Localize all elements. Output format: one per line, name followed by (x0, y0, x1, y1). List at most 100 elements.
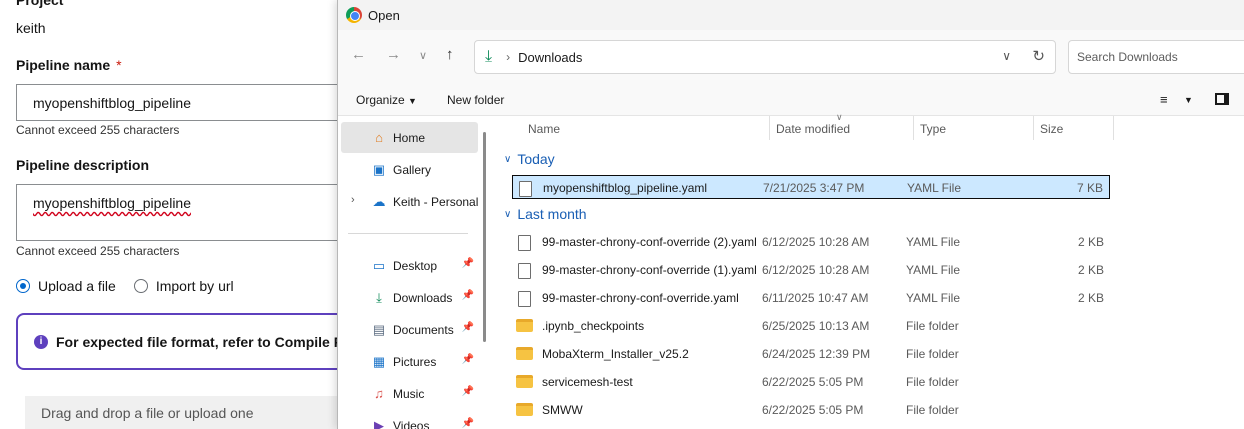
sidebar-item-downloads[interactable]: ⤓ Downloads 📌 (341, 282, 478, 313)
file-name: 99-master-chrony-conf-override (2).yaml (542, 235, 757, 249)
import-url-label[interactable]: Import by url (156, 278, 234, 294)
organize-button[interactable]: Organize ▼ (356, 93, 417, 107)
column-separator[interactable] (1033, 116, 1034, 140)
folder-type: File folder (906, 347, 959, 361)
videos-icon: ▶ (374, 418, 384, 429)
new-folder-button[interactable]: New folder (447, 93, 504, 107)
info-alert-text: For expected file format, refer to Compi… (56, 333, 344, 350)
pictures-icon: ▦ (372, 354, 386, 369)
address-dropdown-icon[interactable]: ∨ (1002, 49, 1011, 63)
file-dropzone[interactable]: Drag and drop a file or upload one (25, 396, 345, 429)
sidebar-item-music[interactable]: ♫ Music 📌 (341, 378, 478, 409)
preview-pane-icon[interactable] (1215, 93, 1229, 105)
navigation-bar: ← → ∨ ↑ ⤓ › Downloads ∨ ↻ Search Downloa… (338, 30, 1244, 82)
expand-chevron-icon[interactable]: › (351, 194, 355, 206)
up-arrow-icon[interactable]: ↑ (446, 46, 454, 63)
pipeline-description-help: Cannot exceed 255 characters (16, 244, 180, 258)
upload-file-label[interactable]: Upload a file (38, 278, 116, 294)
column-header-type[interactable]: Type (920, 122, 946, 136)
folder-date: 6/25/2025 10:13 AM (762, 319, 870, 333)
project-label: Project (16, 0, 64, 8)
pipeline-name-help: Cannot exceed 255 characters (16, 123, 180, 137)
gallery-icon: ▣ (372, 162, 386, 177)
folder-row[interactable]: SMWW 6/22/2025 5:05 PM File folder (512, 398, 1110, 422)
file-date: 6/11/2025 10:47 AM (762, 291, 869, 305)
folder-type: File folder (906, 403, 959, 417)
sidebar-item-desktop[interactable]: ▭ Desktop 📌 (341, 250, 478, 281)
group-header-today[interactable]: ∨ Today (504, 151, 555, 167)
collapse-chevron-icon[interactable]: ∨ (504, 209, 511, 220)
file-row[interactable]: myopenshiftblog_pipeline.yaml 7/21/2025 … (512, 175, 1110, 199)
documents-icon: ▤ (372, 322, 386, 337)
address-bar[interactable]: ⤓ › Downloads ∨ ↻ (474, 40, 1056, 74)
sidebar-item-gallery[interactable]: ▣ Gallery (341, 154, 478, 185)
file-type: YAML File (906, 235, 961, 249)
pipeline-description-label: Pipeline description (16, 157, 150, 173)
recent-locations-chevron-icon[interactable]: ∨ (419, 49, 427, 62)
required-marker: * (116, 57, 122, 73)
group-header-last-month[interactable]: ∨ Last month (504, 206, 587, 222)
info-alert: i For expected file format, refer to Com… (16, 313, 356, 370)
caret-down-icon: ▼ (408, 96, 417, 106)
chrome-icon (346, 7, 362, 23)
folder-type: File folder (906, 319, 959, 333)
file-size: 2 KB (1077, 235, 1104, 249)
folder-icon (516, 403, 533, 416)
column-separator[interactable] (769, 116, 770, 140)
pin-icon[interactable]: 📌 (462, 258, 474, 269)
column-header-date[interactable]: Date modified (776, 122, 850, 136)
file-date: 7/21/2025 3:47 PM (763, 181, 865, 195)
file-row[interactable]: 99-master-chrony-conf-override (1).yaml … (512, 258, 1110, 282)
back-arrow-icon[interactable]: ← (351, 46, 366, 63)
info-icon: i (34, 334, 48, 349)
breadcrumb-downloads[interactable]: Downloads (518, 50, 582, 65)
folder-name: servicemesh-test (542, 375, 633, 389)
pin-icon[interactable]: 📌 (462, 290, 474, 301)
pin-icon[interactable]: 📌 (462, 322, 474, 333)
file-row[interactable]: 99-master-chrony-conf-override (2).yaml … (512, 230, 1110, 254)
folder-row[interactable]: MobaXterm_Installer_v25.2 6/24/2025 12:3… (512, 342, 1110, 366)
import-url-radio[interactable] (133, 279, 148, 293)
sidebar-item-pictures[interactable]: ▦ Pictures 📌 (341, 346, 478, 377)
collapse-chevron-icon[interactable]: ∨ (504, 154, 511, 165)
forward-arrow-icon[interactable]: → (386, 46, 401, 63)
search-input[interactable]: Search Downloads (1068, 40, 1244, 74)
dialog-titlebar: Open (338, 0, 1244, 30)
pipeline-description-textarea[interactable]: myopenshiftblog_pipeline (16, 184, 356, 241)
project-value: keith (16, 20, 46, 36)
file-name: 99-master-chrony-conf-override (1).yaml (542, 263, 757, 277)
file-date: 6/12/2025 10:28 AM (762, 235, 870, 249)
file-size: 2 KB (1077, 291, 1104, 305)
sidebar-item-keith-personal[interactable]: › ☁ Keith - Personal (341, 186, 486, 217)
refresh-icon[interactable]: ↻ (1032, 47, 1045, 65)
pipeline-name-input[interactable]: myopenshiftblog_pipeline (16, 84, 356, 121)
dialog-title: Open (368, 7, 400, 23)
group-label: Today (517, 151, 555, 167)
view-caret-down-icon[interactable]: ▼ (1184, 95, 1193, 105)
sidebar-item-home[interactable]: ⌂ Home (341, 122, 478, 153)
folder-name: .ipynb_checkpoints (542, 319, 645, 333)
upload-file-radio[interactable] (16, 279, 30, 293)
pin-icon[interactable]: 📌 (462, 418, 474, 429)
sidebar-item-label: Videos (393, 418, 430, 429)
folder-row[interactable]: .ipynb_checkpoints 6/25/2025 10:13 AM Fi… (512, 314, 1110, 338)
sidebar-item-label: Desktop (393, 258, 438, 273)
pin-icon[interactable]: 📌 (462, 354, 474, 365)
pin-icon[interactable]: 📌 (462, 386, 474, 397)
column-header-size[interactable]: Size (1040, 122, 1063, 136)
column-header-name[interactable]: Name (528, 122, 560, 136)
pipeline-name-label-text: Pipeline name (16, 57, 111, 73)
folder-row[interactable]: servicemesh-test 6/22/2025 5:05 PM File … (512, 370, 1110, 394)
column-separator[interactable] (913, 116, 914, 140)
sidebar-item-documents[interactable]: ▤ Documents 📌 (341, 314, 478, 345)
view-options-icon[interactable]: ≡ (1160, 92, 1168, 107)
upload-method-radios: Upload a file Import by url (16, 278, 234, 294)
folder-name: MobaXterm_Installer_v25.2 (542, 347, 689, 361)
sidebar-item-label: Home (393, 130, 426, 145)
file-row[interactable]: 99-master-chrony-conf-override.yaml 6/11… (512, 286, 1110, 310)
file-icon (519, 181, 532, 197)
folder-date: 6/22/2025 5:05 PM (762, 375, 864, 389)
sidebar-item-videos[interactable]: ▶ Videos 📌 (341, 410, 478, 429)
file-icon (518, 263, 531, 279)
column-separator[interactable] (1113, 116, 1114, 140)
